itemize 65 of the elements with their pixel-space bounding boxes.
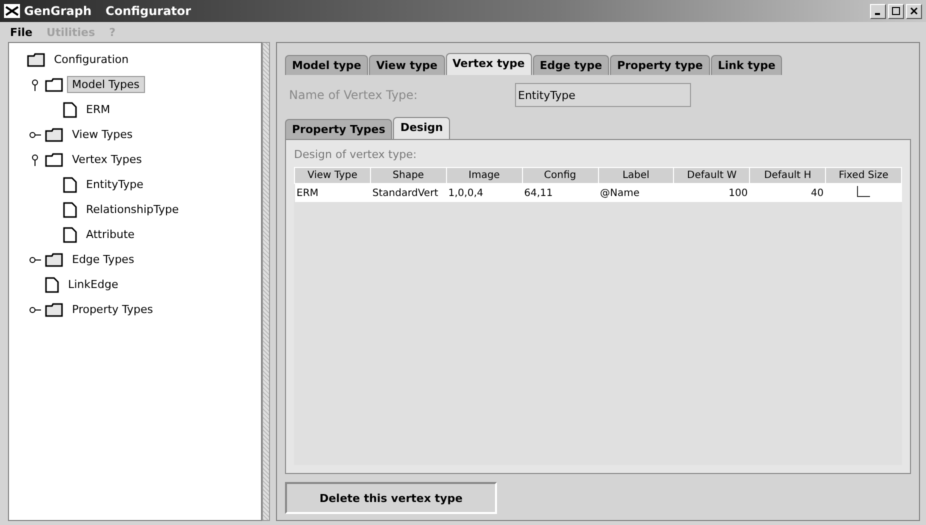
- tree-item[interactable]: Configuration: [49, 51, 134, 68]
- scrollbar[interactable]: [262, 42, 270, 521]
- tree-item[interactable]: Model Types: [67, 76, 145, 93]
- delete-button[interactable]: Delete this vertex type: [285, 482, 497, 514]
- maximize-button[interactable]: [888, 4, 904, 18]
- tree-item[interactable]: Edge Types: [67, 251, 140, 268]
- column-header[interactable]: Label: [598, 168, 674, 184]
- folder-icon: [27, 52, 45, 66]
- folder-icon: [45, 78, 63, 92]
- column-header[interactable]: Fixed Size: [826, 168, 902, 184]
- checkbox[interactable]: [857, 186, 870, 197]
- tree-item[interactable]: LinkEdge: [63, 276, 124, 293]
- table-cell: StandardVert: [370, 184, 446, 202]
- window-title: GenGraph: [24, 4, 92, 18]
- expanded-handle-icon[interactable]: [31, 154, 39, 166]
- maximize-icon: [892, 7, 900, 15]
- collapsed-handle-icon[interactable]: [29, 256, 41, 264]
- tree-item[interactable]: Property Types: [67, 301, 158, 318]
- document-icon: [63, 226, 77, 242]
- minimize-button[interactable]: [870, 4, 886, 18]
- table-cell: 100: [674, 184, 750, 202]
- tab[interactable]: Model type: [285, 55, 368, 75]
- tree-item[interactable]: RelationshipType: [81, 201, 184, 218]
- section-title: Design of vertex type:: [294, 148, 418, 161]
- table-cell: ERM: [294, 184, 370, 202]
- document-icon: [63, 102, 77, 118]
- document-icon: [63, 202, 77, 218]
- column-header[interactable]: Shape: [370, 168, 446, 184]
- table-cell: 1,0,0,4: [446, 184, 522, 202]
- field-label: Name of Vertex Type:: [289, 88, 419, 102]
- folder-icon: [45, 302, 63, 316]
- folder-icon: [45, 252, 63, 266]
- column-header[interactable]: Default W: [674, 168, 750, 184]
- table-cell: 40: [750, 184, 826, 202]
- tab[interactable]: Property type: [610, 55, 710, 75]
- expanded-handle-icon[interactable]: [31, 78, 39, 90]
- tree-item[interactable]: Vertex Types: [67, 151, 147, 168]
- folder-icon: [45, 152, 63, 166]
- window-subtitle: Configurator: [106, 4, 192, 18]
- tab[interactable]: Design: [393, 117, 450, 139]
- name-field[interactable]: EntityType: [515, 83, 691, 107]
- column-header[interactable]: Config: [522, 168, 598, 184]
- tree-item[interactable]: EntityType: [81, 176, 148, 193]
- column-header[interactable]: Image: [446, 168, 522, 184]
- tab[interactable]: Link type: [710, 55, 782, 75]
- tab[interactable]: Vertex type: [446, 53, 532, 75]
- tree-item[interactable]: Attribute: [81, 226, 140, 243]
- tree-item[interactable]: View Types: [67, 126, 138, 143]
- tree-item[interactable]: ERM: [81, 101, 116, 118]
- tab[interactable]: View type: [369, 55, 445, 75]
- close-icon: [910, 7, 918, 15]
- tab[interactable]: Edge type: [532, 55, 610, 75]
- document-icon: [63, 176, 77, 192]
- folder-icon: [45, 128, 63, 142]
- app-icon: [4, 4, 20, 18]
- table-cell: @Name: [598, 184, 674, 202]
- tab[interactable]: Property Types: [285, 119, 392, 139]
- collapsed-handle-icon[interactable]: [29, 130, 41, 138]
- column-header[interactable]: Default H: [750, 168, 826, 184]
- menu-item[interactable]: File: [10, 26, 33, 38]
- column-header[interactable]: View Type: [294, 168, 370, 184]
- table-cell: 64,11: [522, 184, 598, 202]
- document-icon: [45, 276, 59, 292]
- collapsed-handle-icon[interactable]: [29, 306, 41, 314]
- close-button[interactable]: [906, 4, 922, 18]
